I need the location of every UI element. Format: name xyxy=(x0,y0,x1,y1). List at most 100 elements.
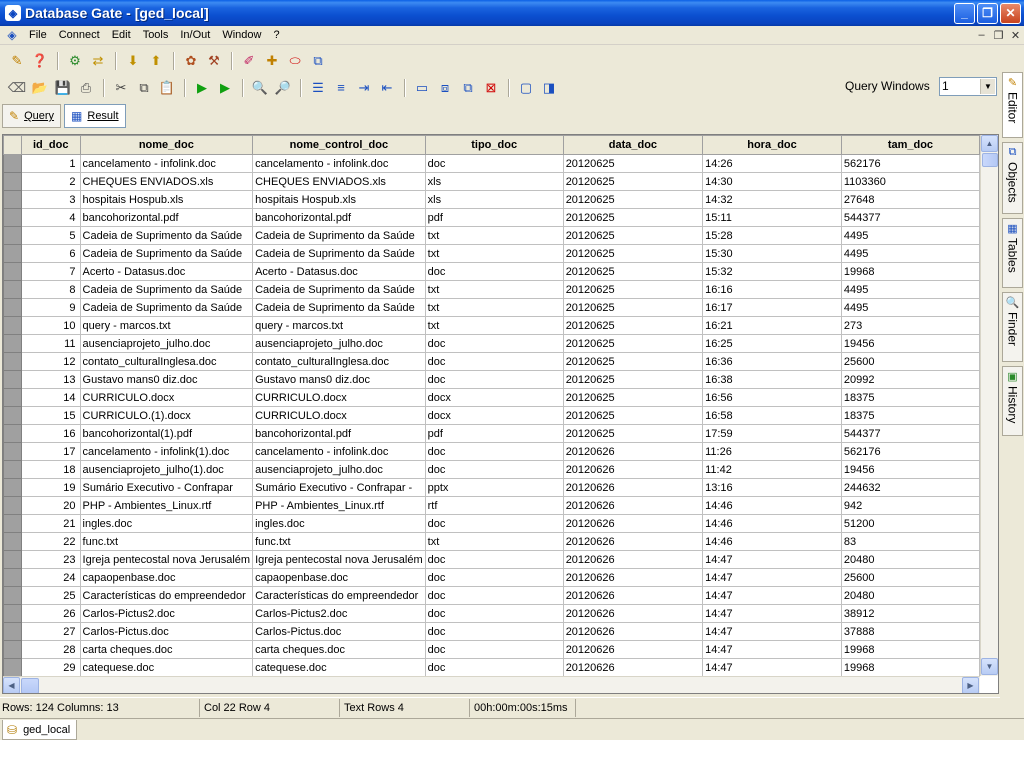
table-row[interactable]: 6 Cadeia de Suprimento da Saúde Cadeia de … xyxy=(3,244,980,263)
edit-object-icon[interactable]: ✐ xyxy=(238,50,260,72)
open-icon[interactable]: 📂 xyxy=(29,77,51,99)
row-indicator[interactable] xyxy=(3,208,22,227)
table-cell-nome-control-doc[interactable]: Cadeia de Suprimento da Saúde xyxy=(252,226,426,245)
table-cell-hora-doc[interactable]: 15:30 xyxy=(702,244,842,263)
table-cell-nome-doc[interactable]: hospitais Hospub.xls xyxy=(79,190,254,209)
query-windows-select[interactable]: 1 ▼ xyxy=(939,77,997,96)
table-cell-id-doc[interactable]: 20 xyxy=(20,496,81,515)
table-cell-tam-doc[interactable]: 19456 xyxy=(840,334,980,353)
table-cell-tam-doc[interactable]: 1103360 xyxy=(840,172,980,191)
table-cell-nome-doc[interactable]: Características do empreendedor xyxy=(79,586,254,605)
table-cell-nome-doc[interactable]: ausenciaprojeto_julho(1).doc xyxy=(79,460,254,479)
table-cell-id-doc[interactable]: 23 xyxy=(20,550,81,569)
table-row[interactable]: 7 Acerto - Datasus.doc Acerto - Datasus.do… xyxy=(3,262,980,281)
find-next-icon[interactable]: 🔎 xyxy=(272,77,294,99)
table-cell-tam-doc[interactable]: 4495 xyxy=(840,244,980,263)
table-cell-hora-doc[interactable]: 14:47 xyxy=(702,586,842,605)
table-cell-data-doc[interactable]: 20120626 xyxy=(562,460,704,479)
table-cell-hora-doc[interactable]: 16:36 xyxy=(702,352,842,371)
table-cell-tipo-doc[interactable]: doc xyxy=(424,640,564,659)
row-indicator[interactable] xyxy=(3,478,22,497)
table-cell-hora-doc[interactable]: 16:38 xyxy=(702,370,842,389)
table-cell-tipo-doc[interactable]: doc xyxy=(424,460,564,479)
table-cell-nome-control-doc[interactable]: bancohorizontal.pdf xyxy=(252,424,426,443)
table-cell-nome-control-doc[interactable]: Igreja pentecostal nova Jerusalém xyxy=(252,550,426,569)
table-cell-tam-doc[interactable]: 544377 xyxy=(840,424,980,443)
table-cell-id-doc[interactable]: 4 xyxy=(20,208,81,227)
table-row[interactable]: 27 Carlos-Pictus.doc Carlos-Pictus.doc doc 2… xyxy=(3,622,980,641)
scroll-left-icon[interactable]: ◀ xyxy=(3,677,20,693)
table-cell-id-doc[interactable]: 5 xyxy=(20,226,81,245)
table-cell-nome-control-doc[interactable]: CURRICULO.docx xyxy=(252,388,426,407)
table-cell-hora-doc[interactable]: 11:26 xyxy=(702,442,842,461)
table-cell-id-doc[interactable]: 27 xyxy=(20,622,81,641)
table-row[interactable]: 4 bancohorizontal.pdf bancohorizontal.pdf p… xyxy=(3,208,980,227)
table-cell-tipo-doc[interactable]: doc xyxy=(424,352,564,371)
connection-tab[interactable]: ⛁ ged_local xyxy=(2,720,78,740)
table-cell-id-doc[interactable]: 3 xyxy=(20,190,81,209)
table-cell-hora-doc[interactable]: 14:26 xyxy=(702,154,842,173)
table-cell-nome-control-doc[interactable]: ausenciaprojeto_julho.doc xyxy=(252,334,426,353)
table-cell-hora-doc[interactable]: 16:17 xyxy=(702,298,842,317)
table-cell-tam-doc[interactable]: 20480 xyxy=(840,586,980,605)
table-cell-data-doc[interactable]: 20120626 xyxy=(562,442,704,461)
table-cell-nome-control-doc[interactable]: Sumário Executivo - Confrapar - xyxy=(252,478,426,497)
table-cell-hora-doc[interactable]: 17:59 xyxy=(702,424,842,443)
table-cell-tam-doc[interactable]: 4495 xyxy=(840,280,980,299)
paste-icon[interactable]: 📋 xyxy=(156,77,178,99)
table-cell-id-doc[interactable]: 18 xyxy=(20,460,81,479)
table-cell-tam-doc[interactable]: 83 xyxy=(840,532,980,551)
table-cell-nome-doc[interactable]: carta cheques.doc xyxy=(79,640,254,659)
table-cell-tam-doc[interactable]: 25600 xyxy=(840,568,980,587)
row-indicator[interactable] xyxy=(3,352,22,371)
table-cell-nome-doc[interactable]: func.txt xyxy=(79,532,254,551)
table-cell-hora-doc[interactable]: 15:28 xyxy=(702,226,842,245)
table-cell-nome-doc[interactable]: contato_culturalInglesa.doc xyxy=(79,352,254,371)
table-cell-tipo-doc[interactable]: docx xyxy=(424,406,564,425)
table-cell-hora-doc[interactable]: 14:47 xyxy=(702,622,842,641)
table-cell-tipo-doc[interactable]: doc xyxy=(424,154,564,173)
table-cell-hora-doc[interactable]: 14:47 xyxy=(702,658,842,676)
table-cell-tam-doc[interactable]: 51200 xyxy=(840,514,980,533)
vertical-scroll-thumb[interactable] xyxy=(982,153,998,167)
table-cell-id-doc[interactable]: 26 xyxy=(20,604,81,623)
new-object-icon[interactable]: ✚ xyxy=(261,50,283,72)
table-cell-tam-doc[interactable]: 4495 xyxy=(840,298,980,317)
table-cell-hora-doc[interactable]: 14:47 xyxy=(702,550,842,569)
title-bar[interactable]: ◈ Database Gate - [ged_local] _ ❐ ✕ xyxy=(0,0,1024,26)
table-cell-data-doc[interactable]: 20120625 xyxy=(562,316,704,335)
align-icon[interactable]: ☰ xyxy=(307,77,329,99)
table-cell-tam-doc[interactable]: 942 xyxy=(840,496,980,515)
table-cell-nome-doc[interactable]: capaopenbase.doc xyxy=(79,568,254,587)
row-indicator[interactable] xyxy=(3,406,22,425)
table-cell-id-doc[interactable]: 8 xyxy=(20,280,81,299)
table-cell-nome-doc[interactable]: bancohorizontal.pdf xyxy=(79,208,254,227)
table-row[interactable]: 17 cancelamento - infolink(1).doc cancelam… xyxy=(3,442,980,461)
print-icon[interactable]: ⎙ xyxy=(75,77,97,99)
table-cell-hora-doc[interactable]: 15:11 xyxy=(702,208,842,227)
table-cell-nome-doc[interactable]: PHP - Ambientes_Linux.rtf xyxy=(79,496,254,515)
table-cell-id-doc[interactable]: 28 xyxy=(20,640,81,659)
menu-window[interactable]: Window xyxy=(217,29,268,41)
table-cell-data-doc[interactable]: 20120626 xyxy=(562,568,704,587)
table-cell-tam-doc[interactable]: 562176 xyxy=(840,154,980,173)
table-cell-tipo-doc[interactable]: doc xyxy=(424,550,564,569)
table-cell-data-doc[interactable]: 20120625 xyxy=(562,172,704,191)
table-cell-hora-doc[interactable]: 16:25 xyxy=(702,334,842,353)
table-cell-data-doc[interactable]: 20120626 xyxy=(562,496,704,515)
table-cell-data-doc[interactable]: 20120625 xyxy=(562,208,704,227)
restore-button[interactable]: ❐ xyxy=(977,2,998,24)
table-cell-hora-doc[interactable]: 14:46 xyxy=(702,532,842,551)
table-cell-data-doc[interactable]: 20120626 xyxy=(562,622,704,641)
table-cell-tipo-doc[interactable]: xls xyxy=(424,172,564,191)
column-header[interactable]: id_doc xyxy=(20,135,81,155)
table-cell-nome-control-doc[interactable]: bancohorizontal.pdf xyxy=(252,208,426,227)
table-cell-hora-doc[interactable]: 15:32 xyxy=(702,262,842,281)
horizontal-scrollbar[interactable]: ◀ ▶ xyxy=(3,676,980,693)
table-cell-id-doc[interactable]: 15 xyxy=(20,406,81,425)
table-row[interactable]: 13 Gustavo mans0 diz.doc Gustavo mans0 diz… xyxy=(3,370,980,389)
table-row[interactable]: 20 PHP - Ambientes_Linux.rtf PHP - Ambient… xyxy=(3,496,980,515)
table-row[interactable]: 3 hospitais Hospub.xls hospitais Hospub.xl… xyxy=(3,190,980,209)
window-add-icon[interactable]: ⧈ xyxy=(434,77,456,99)
table-cell-tam-doc[interactable]: 37888 xyxy=(840,622,980,641)
